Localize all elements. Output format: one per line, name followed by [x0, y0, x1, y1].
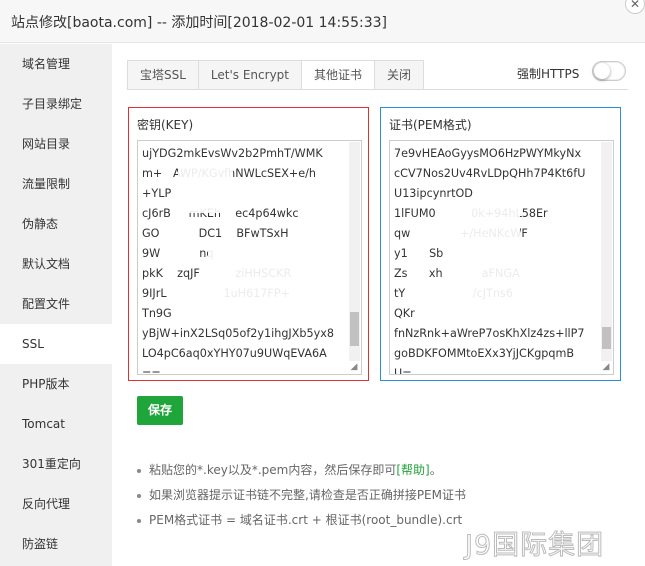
cert-line: U=: [394, 367, 412, 375]
dialog-titlebar: 站点修改[baota.com] -- 添加时间[2018-02-01 14:55…: [0, 0, 645, 43]
cert-textarea[interactable]: 7e9vHEAoGyysMO6HzPWYMkyNx cCV7Nos2Uv4RvLD…: [389, 140, 614, 375]
cert-line: goBDKFOMMtoEXx3YjJCKgpqmB: [394, 347, 575, 360]
key-scrollbar[interactable]: [349, 142, 360, 361]
tip-item: 粘贴您的*.key以及*.pem内容，然后保存即可[帮助]。: [137, 458, 466, 483]
tab-lets-encrypt[interactable]: Let's Encrypt: [197, 60, 301, 90]
tip-suffix: 。: [429, 463, 442, 477]
tip-item: PEM格式证书 = 域名证书.crt + 根证书(root_bundle).cr…: [137, 508, 466, 533]
bullet-icon: [137, 493, 141, 498]
sidebar-item-subdir[interactable]: 子目录绑定: [0, 84, 112, 124]
key-textarea[interactable]: ujYDG2mkEvsWv2b2PmhT/WMK m+ AWP/KGvfhNWLc…: [137, 140, 362, 375]
help-link[interactable]: [帮助]: [396, 463, 429, 477]
cert-scrollbar[interactable]: [601, 142, 612, 361]
key-scroll-thumb[interactable]: [350, 312, 359, 346]
resize-handle-icon[interactable]: ◢: [348, 361, 360, 373]
tip-text: 如果浏览器提示证书链不完整,请检查是否正确拼接PEM证书: [149, 488, 466, 502]
key-line: ujYDG2mkEvsWv2b2PmhT/WMK: [142, 147, 323, 160]
sidebar-item-default-doc[interactable]: 默认文档: [0, 244, 112, 284]
tip-text: PEM格式证书 = 域名证书.crt + 根证书(root_bundle).cr…: [149, 513, 463, 527]
sidebar-item-site-dir[interactable]: 网站目录: [0, 124, 112, 164]
key-line: LO4pC6aq0xYHY07u9UWqEVA6A: [142, 347, 327, 360]
sidebar-item-config[interactable]: 配置文件: [0, 284, 112, 324]
blur-mask: [440, 203, 520, 238]
save-button[interactable]: 保存: [137, 396, 183, 425]
sidebar-item-tomcat[interactable]: Tomcat: [0, 404, 112, 444]
watermark: J9国际集团: [464, 530, 605, 562]
key-title: 密钥(KEY): [137, 118, 194, 132]
toggle-knob: [594, 63, 610, 79]
key-line: ==: [142, 367, 161, 375]
tabs-divider: [127, 89, 628, 90]
cert-line: fnNzRnk+aWreP7osKhXlz4zs+llP7: [394, 327, 585, 340]
tips-list: 粘贴您的*.key以及*.pem内容，然后保存即可[帮助]。 如果浏览器提示证书…: [137, 458, 466, 533]
sidebar-item-php[interactable]: PHP版本: [0, 364, 112, 404]
sidebar-item-redirect[interactable]: 301重定向: [0, 444, 112, 484]
sidebar-item-proxy[interactable]: 反向代理: [0, 484, 112, 524]
cert-line: cCV7Nos2Uv4RvLDpQHh7P4Kt6fU: [394, 167, 586, 180]
bullet-icon: [137, 518, 141, 523]
cert-scroll-thumb[interactable]: [602, 327, 611, 349]
key-line: +YLP: [142, 187, 172, 200]
resize-handle-icon[interactable]: ◢: [600, 361, 612, 373]
sidebar-item-domain[interactable]: 域名管理: [0, 44, 112, 84]
cert-line: U13ipcynrtOD: [394, 187, 473, 200]
sidebar: 域名管理 子目录绑定 网站目录 流量限制 伪静态 默认文档 配置文件 SSL P…: [0, 44, 112, 566]
key-line: m+ AWP/KGvfhNWLcSEX+e/h: [142, 167, 316, 180]
sidebar-item-traffic-limit[interactable]: 流量限制: [0, 164, 112, 204]
tab-other-cert[interactable]: 其他证书: [301, 60, 375, 90]
dialog-title: 站点修改[baota.com] -- 添加时间[2018-02-01 14:55…: [11, 15, 387, 31]
sidebar-item-rewrite[interactable]: 伪静态: [0, 204, 112, 244]
tab-close[interactable]: 关闭: [374, 60, 425, 90]
force-https-toggle[interactable]: [592, 61, 626, 81]
sidebar-item-hotlink[interactable]: 防盗链: [0, 524, 112, 564]
key-line: yBjW+inX2LSq05of2y1ihgJXb5yx8: [142, 327, 334, 340]
key-line: Tn9G: [142, 307, 172, 320]
bullet-icon: [137, 468, 141, 473]
blur-mask: [450, 251, 550, 311]
blur-mask: [178, 163, 233, 213]
force-https-label: 强制HTTPS: [517, 67, 580, 81]
sidebar-item-ssl[interactable]: SSL: [0, 324, 112, 364]
key-line: cJ6rB mKEh ec4p64wkc: [142, 207, 299, 220]
site-edit-dialog: 站点修改[baota.com] -- 添加时间[2018-02-01 14:55…: [0, 0, 645, 566]
ssl-tabs: 宝塔SSL Let's Encrypt 其他证书 关闭: [127, 60, 425, 90]
blur-mask: [208, 241, 318, 301]
tip-text: 粘贴您的*.key以及*.pem内容，然后保存即可: [149, 463, 397, 477]
cert-title: 证书(PEM格式): [389, 118, 472, 132]
tab-baota-ssl[interactable]: 宝塔SSL: [127, 60, 198, 90]
cert-line: 7e9vHEAoGyysMO6HzPWYMkyNx: [394, 147, 582, 160]
tip-item: 如果浏览器提示证书链不完整,请检查是否正确拼接PEM证书: [137, 483, 466, 508]
key-panel: 密钥(KEY) ujYDG2mkEvsWv2b2PmhT/WMK m+ AWP/K…: [128, 107, 369, 381]
ssl-main: 宝塔SSL Let's Encrypt 其他证书 关闭 强制HTTPS 密钥(K…: [112, 44, 645, 566]
cert-panel: 证书(PEM格式) 7e9vHEAoGyysMO6HzPWYMkyNx cCV7N…: [380, 107, 621, 381]
